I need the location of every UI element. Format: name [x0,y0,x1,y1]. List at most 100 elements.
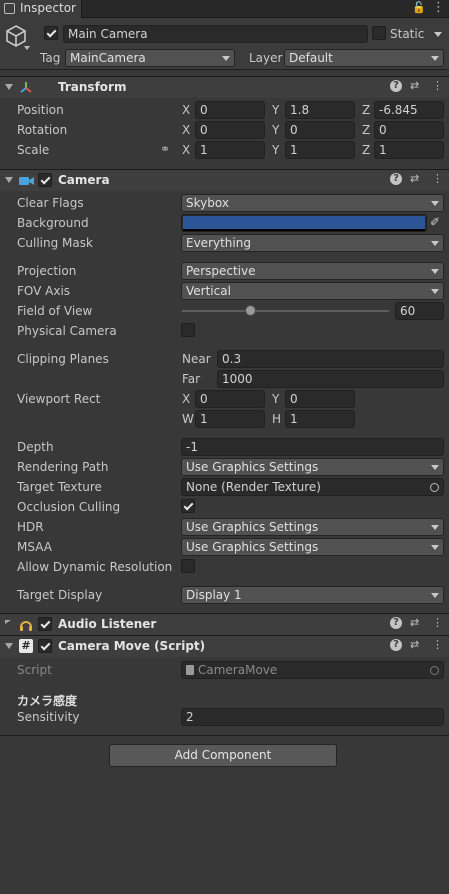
lock-icon[interactable]: 🔓 [412,1,426,15]
viewport-x-input[interactable]: 0 [195,390,265,408]
fov-axis-label: FOV Axis [17,284,71,298]
camera-header[interactable]: Camera ? ⇄ ⋮ [0,169,449,191]
position-x-label[interactable]: X [182,103,190,117]
transform-title: Transform [58,80,127,94]
layer-dropdown[interactable]: Default [284,49,444,67]
scale-z-label[interactable]: Z [362,143,370,157]
clear-flags-value: Skybox [186,196,229,210]
far-label[interactable]: Far [182,372,200,386]
physical-camera-checkbox[interactable] [181,323,195,337]
camera-move-enabled-checkbox[interactable] [38,639,52,653]
fov-input[interactable]: 60 [395,302,444,320]
chevron-down-icon [431,593,439,598]
rotation-x-input[interactable]: 0 [195,121,265,139]
add-component-label: Add Component [174,748,272,762]
projection-dropdown[interactable]: Perspective [181,262,444,280]
gameobject-name-input[interactable]: Main Camera [63,25,368,43]
script-value: CameraMove [198,663,278,677]
script-hash-icon: # [19,639,33,653]
rotation-z-label[interactable]: Z [362,123,370,137]
viewport-x-label[interactable]: X [182,392,190,406]
background-color-field[interactable] [181,214,427,232]
msaa-dropdown[interactable]: Use Graphics Settings [181,538,444,556]
help-icon[interactable]: ? [390,173,402,185]
clear-flags-label: Clear Flags [17,196,84,210]
position-z-label[interactable]: Z [362,103,370,117]
culling-mask-dropdown[interactable]: Everything [181,234,444,252]
clear-flags-dropdown[interactable]: Skybox [181,194,444,212]
camera-move-header[interactable]: # Camera Move (Script) ? ⇄ ⋮ [0,635,449,657]
presets-icon[interactable]: ⇄ [410,172,419,186]
presets-icon[interactable]: ⇄ [410,79,419,93]
camera-enabled-checkbox[interactable] [38,173,52,187]
scale-z-input[interactable]: 1 [374,141,444,159]
presets-icon[interactable]: ⇄ [410,616,419,630]
constrain-proportions-icon[interactable]: ⚭ [160,142,170,156]
far-input[interactable]: 1000 [217,370,444,388]
hdr-dropdown[interactable]: Use Graphics Settings [181,518,444,536]
gameobject-active-checkbox[interactable] [44,26,58,40]
depth-input[interactable]: -1 [181,438,444,456]
tab-menu-icon[interactable]: ⋮ [432,0,445,15]
hdr-value: Use Graphics Settings [186,520,319,534]
foldout-arrow-icon[interactable] [5,643,13,649]
position-y-input[interactable]: 1.8 [285,101,355,119]
target-display-dropdown[interactable]: Display 1 [181,586,444,604]
fov-slider-thumb[interactable] [244,305,256,316]
help-icon[interactable]: ? [390,80,402,92]
transform-header[interactable]: Transform ? ⇄ ⋮ [0,76,449,98]
context-menu-icon[interactable]: ⋮ [432,638,443,652]
gameobject-cube-icon [6,25,26,47]
static-dropdown-arrow[interactable] [434,32,442,37]
position-z-input[interactable]: -6.845 [374,101,444,119]
foldout-arrow-icon[interactable] [5,177,13,183]
viewport-y-label[interactable]: Y [272,392,279,406]
help-icon[interactable]: ? [390,639,402,651]
viewport-w-label[interactable]: W [182,412,194,426]
viewport-h-label[interactable]: H [272,412,281,426]
allow-dynamic-resolution-checkbox[interactable] [181,559,195,573]
add-component-button[interactable]: Add Component [109,744,337,767]
near-label[interactable]: Near [182,352,211,366]
headphones-icon [20,621,32,631]
viewport-w-input[interactable]: 1 [195,410,265,428]
rotation-x-label[interactable]: X [182,123,190,137]
object-picker-icon[interactable] [430,483,439,492]
foldout-arrow-icon[interactable] [5,620,15,624]
scale-x-input[interactable]: 1 [195,141,265,159]
static-checkbox[interactable] [372,26,386,40]
scale-x-label[interactable]: X [182,143,190,157]
presets-icon[interactable]: ⇄ [410,638,419,652]
position-x-input[interactable]: 0 [195,101,265,119]
context-menu-icon[interactable]: ⋮ [432,616,443,630]
fov-slider-track[interactable] [182,310,389,312]
position-y-label[interactable]: Y [272,103,279,117]
culling-mask-label: Culling Mask [17,236,93,250]
scale-y-input[interactable]: 1 [285,141,355,159]
rotation-y-label[interactable]: Y [272,123,279,137]
depth-label: Depth [17,440,54,454]
rotation-z-input[interactable]: 0 [374,121,444,139]
fov-axis-dropdown[interactable]: Vertical [181,282,444,300]
occlusion-culling-checkbox[interactable] [181,499,195,513]
tab-inspector[interactable]: Inspector [0,0,82,18]
rotation-y-input[interactable]: 0 [285,121,355,139]
tag-dropdown[interactable]: MainCamera [65,49,235,67]
foldout-arrow-icon[interactable] [5,84,13,90]
eyedropper-icon[interactable]: ✐ [430,215,440,229]
background-alpha-bar [183,229,425,231]
audio-listener-header[interactable]: Audio Listener ? ⇄ ⋮ [0,613,449,635]
audio-listener-enabled-checkbox[interactable] [38,617,52,631]
viewport-h-input[interactable]: 1 [285,410,355,428]
target-texture-field[interactable]: None (Render Texture) [181,478,444,496]
scale-y-label[interactable]: Y [272,143,279,157]
near-input[interactable]: 0.3 [217,350,444,368]
help-icon[interactable]: ? [390,617,402,629]
viewport-y-input[interactable]: 0 [285,390,355,408]
context-menu-icon[interactable]: ⋮ [432,79,443,93]
gameobject-icon-dropdown[interactable] [24,46,30,50]
sensitivity-input[interactable]: 2 [181,708,444,726]
msaa-value: Use Graphics Settings [186,540,319,554]
context-menu-icon[interactable]: ⋮ [432,172,443,186]
rendering-path-dropdown[interactable]: Use Graphics Settings [181,458,444,476]
